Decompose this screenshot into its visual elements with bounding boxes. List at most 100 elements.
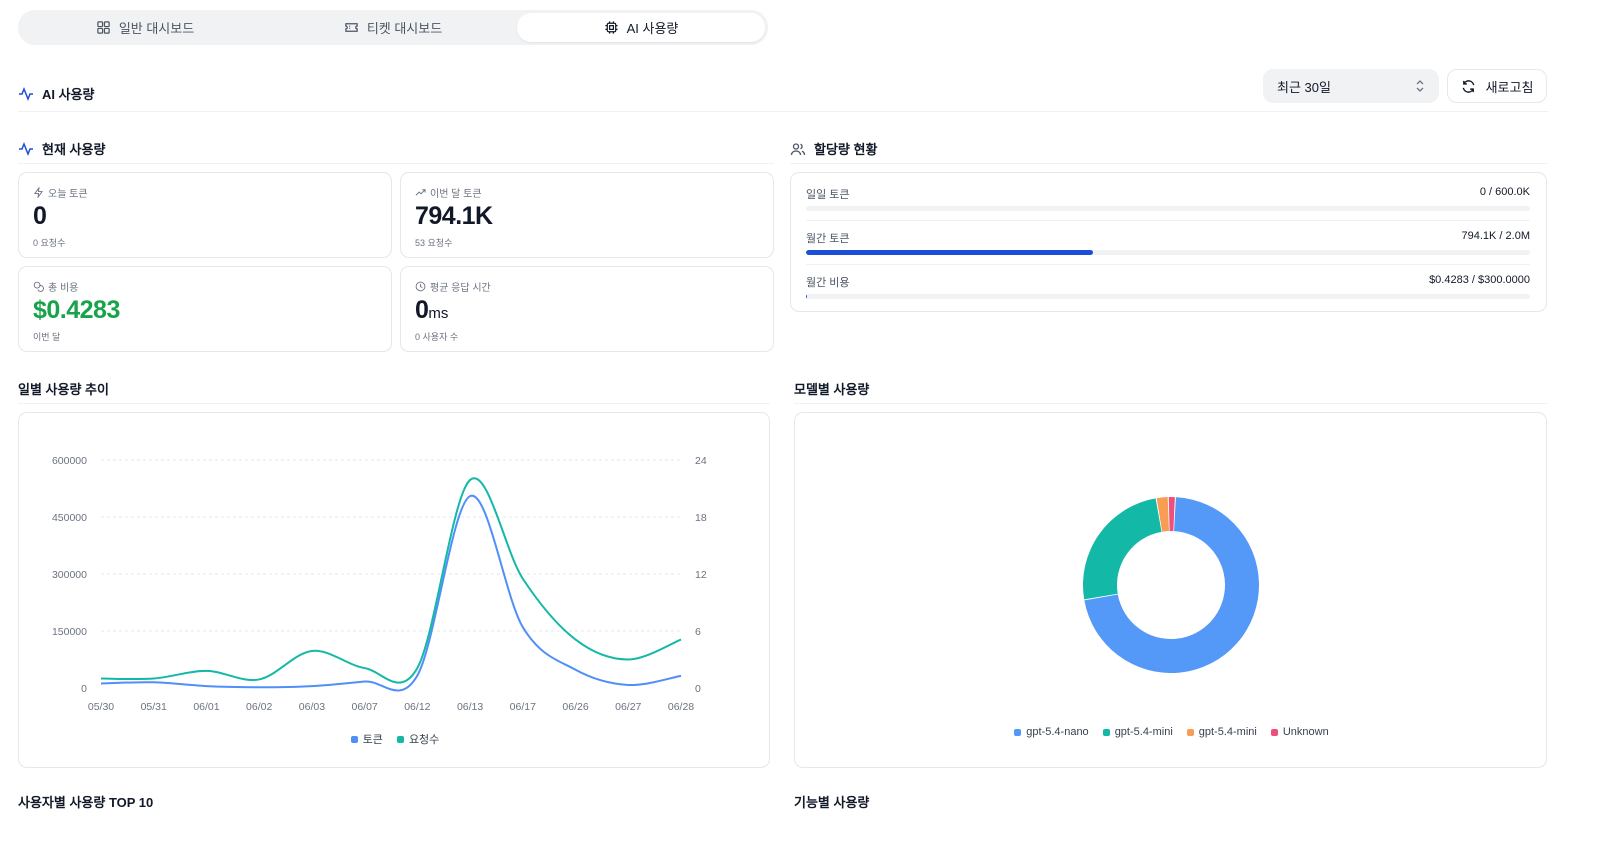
legend-item[interactable]: gpt-5.4-mini [1102,726,1173,738]
stat-value-unit: ms [428,305,449,322]
section-title-text: 일별 사용량 추이 [18,382,109,397]
stat-card-avg-response: 평균 응답 시간 0ms 0 사용자 수 [400,266,774,352]
refresh-label: 새로고침 [1485,79,1534,95]
quota-progress-fill [806,250,1094,255]
model-usage-card: gpt-5.4-nano gpt-5.4-mini gpt-5.4-mini Unkn… [794,412,1547,768]
y-left-tick-label: 150000 [52,626,87,638]
feature-usage-title: 기능별 사용량 [794,790,1547,812]
tab-label: AI 사용량 [626,21,679,36]
legend-label: 토큰 [362,734,383,746]
legend-item[interactable]: gpt-5.4-nano [1014,726,1089,738]
x-tick-label: 06/02 [246,701,272,713]
period-select[interactable]: 최근 30일 [1263,69,1439,103]
clock-icon [415,281,426,292]
y-left-tick-label: 0 [81,683,87,695]
x-tick-label: 06/03 [299,701,325,713]
chip-icon [605,21,618,34]
x-tick-label: 06/13 [457,701,483,713]
x-tick-label: 06/26 [562,701,588,713]
page-title: AI 사용량 [18,84,95,103]
y-left-tick-label: 450000 [52,512,87,524]
y-left-tick-label: 600000 [52,455,87,467]
legend-item[interactable]: 요청수 [396,731,440,747]
legend-swatch [396,735,404,743]
legend-swatch [350,735,358,743]
y-left-tick-label: 300000 [52,569,87,581]
donut-slice-3 [1168,497,1175,532]
refresh-icon [1462,79,1474,93]
stat-label: 총 비용 [33,279,78,294]
x-tick-label: 06/28 [668,701,694,713]
stat-label: 이번 달 토큰 [415,185,482,200]
tab-label: 일반 대시보드 [118,21,195,36]
quota-value: 794.1K / 2.0M [1461,230,1531,242]
stat-label: 오늘 토큰 [33,185,88,200]
x-tick-label: 05/30 [88,701,114,713]
stat-value: 0ms [415,296,448,325]
legend-swatch [1014,728,1022,736]
x-tick-label: 06/17 [510,701,536,713]
dashboard-tabs: 일반 대시보드 티켓 대시보드 AI 사용량 [18,10,768,45]
y-right-tick-label: 0 [695,683,701,695]
grid-icon [97,21,110,34]
stat-sub: 0 사용자 수 [415,332,459,342]
legend-item[interactable]: Unknown [1270,726,1329,738]
quota-label: 일일 토큰 [806,189,850,201]
period-select-value: 최근 30일 [1277,79,1331,95]
legend-swatch [1102,728,1110,736]
daily-trend-card: 0 150000 300000 450000 600000 0 6 12 18 24 05/30 05… [18,412,770,768]
tab-ai-usage[interactable]: AI 사용량 [517,13,765,42]
top-users-title: 사용자별 사용량 TOP 10 [18,790,770,812]
quota-title: 할당량 현황 [790,134,1547,164]
quota-label: 월간 토큰 [806,233,850,245]
quota-row-monthly-cost: 월간 비용 $0.4283 / $300.0000 [806,261,1530,305]
model-usage-donut-chart [1083,497,1259,673]
stat-label: 평균 응답 시간 [415,279,491,294]
activity-icon [19,86,33,101]
model-usage-title: 모델별 사용량 [794,374,1547,404]
quota-value: $0.4283 / $300.0000 [1429,274,1530,286]
quota-progress-track [806,206,1530,211]
stat-value: $0.4283 [33,296,120,324]
current-usage-title: 현재 사용량 [18,134,774,164]
stat-card-month-tokens: 이번 달 토큰 794.1K 53 요청수 [400,172,774,258]
legend-label: gpt-5.4-mini [1198,726,1257,738]
legend-label: gpt-5.4-mini [1114,726,1173,738]
daily-trend-title: 일별 사용량 추이 [18,374,770,404]
stat-value: 0 [33,202,47,230]
quota-label: 월간 비용 [806,277,850,289]
coins-icon [33,281,44,292]
y-right-tick-label: 24 [695,455,707,467]
legend-swatch [1270,728,1278,736]
refresh-button[interactable]: 새로고침 [1447,69,1547,103]
stat-card-today-tokens: 오늘 토큰 0 0 요청수 [18,172,392,258]
quota-progress-track [806,250,1530,255]
legend-item[interactable]: 토큰 [350,731,383,747]
stat-value: 794.1K [415,202,493,230]
zap-icon [33,187,44,198]
tab-general-dashboard[interactable]: 일반 대시보드 [21,13,269,42]
section-title-text: 현재 사용량 [42,142,106,157]
section-title-text: 사용자별 사용량 TOP 10 [18,794,154,810]
section-title-text: 기능별 사용량 [794,794,870,810]
stat-sub: 0 요청수 [33,238,66,248]
stat-sub: 53 요청수 [415,238,453,248]
x-tick-label: 06/12 [404,701,430,713]
legend-label: 요청수 [408,734,440,746]
donut-slice-1 [1083,498,1162,600]
x-tick-label: 05/31 [141,701,167,713]
section-title-text: 모델별 사용량 [794,382,870,397]
x-tick-label: 06/07 [351,701,377,713]
trending-up-icon [415,189,426,196]
x-tick-label: 06/27 [615,701,641,713]
quota-progress-track [806,294,1530,299]
quota-progress-fill [806,294,807,299]
tab-ticket-dashboard[interactable]: 티켓 대시보드 [269,13,517,42]
ticket-icon [345,23,358,32]
legend-item[interactable]: gpt-5.4-mini [1186,726,1257,738]
page-title-text: AI 사용량 [42,87,95,102]
series-line-0 [100,495,682,692]
y-right-tick-label: 6 [695,626,701,638]
tab-label: 티켓 대시보드 [366,21,443,36]
series-line-1 [100,477,682,684]
